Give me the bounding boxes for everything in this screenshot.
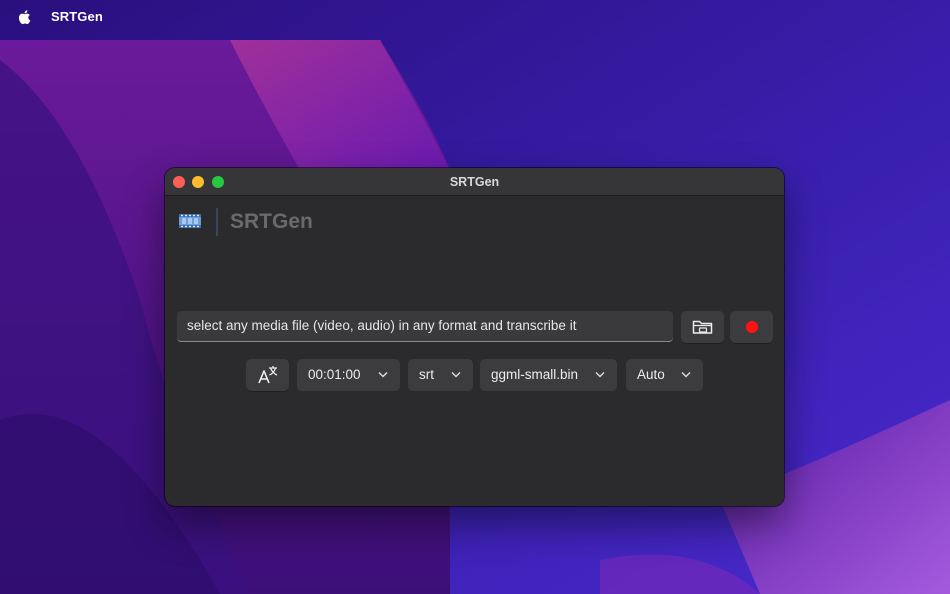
duration-value: 00:01:00 — [308, 367, 361, 382]
chevron-down-icon — [595, 371, 605, 378]
folder-icon — [692, 320, 713, 334]
model-select[interactable]: ggml-small.bin — [480, 359, 617, 391]
language-select[interactable]: Auto — [626, 359, 703, 391]
record-icon — [746, 321, 758, 333]
translate-icon — [258, 366, 278, 384]
model-value: ggml-small.bin — [491, 367, 579, 382]
title-bar[interactable]: SRTGen — [165, 168, 784, 196]
chevron-down-icon — [451, 371, 461, 378]
chevron-down-icon — [681, 371, 691, 378]
app-window: SRTGen SRTGen select any media file (vid… — [165, 168, 784, 506]
brand-divider — [216, 208, 218, 236]
translate-button[interactable] — [246, 359, 289, 391]
menu-bar: SRTGen — [0, 0, 950, 34]
brand-name: SRTGen — [230, 210, 313, 233]
open-folder-button[interactable] — [681, 311, 724, 343]
menu-app-name[interactable]: SRTGen — [51, 9, 103, 24]
record-button[interactable] — [730, 311, 773, 343]
language-value: Auto — [637, 367, 665, 382]
film-strip-icon — [179, 214, 201, 228]
chevron-down-icon — [378, 371, 388, 378]
window-title: SRTGen — [449, 175, 500, 189]
duration-select[interactable]: 00:01:00 — [297, 359, 400, 391]
format-select[interactable]: srt — [408, 359, 473, 391]
media-file-field[interactable]: select any media file (video, audio) in … — [177, 311, 673, 342]
apple-logo-icon[interactable] — [16, 8, 34, 26]
format-value: srt — [419, 367, 434, 382]
